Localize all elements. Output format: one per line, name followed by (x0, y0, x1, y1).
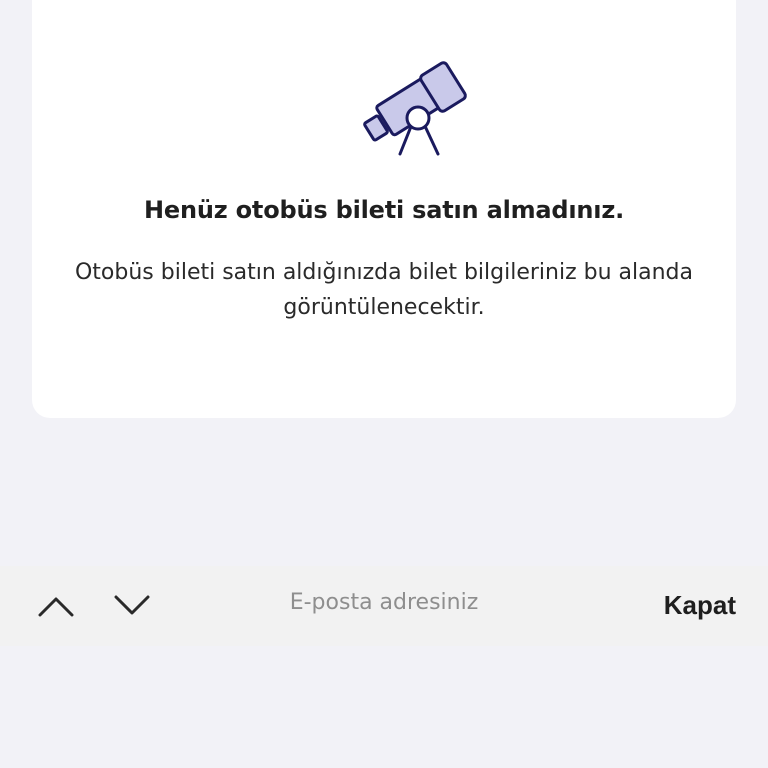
empty-state-title: Henüz otobüs bileti satın almadınız. (143, 196, 625, 224)
screen: Henüz otobüs bileti satın almadınız. Oto… (0, 0, 768, 768)
telescope-icon (363, 61, 467, 156)
empty-state-description: Otobüs bileti satın aldığınızda bilet bi… (74, 260, 693, 320)
next-field-button[interactable] (112, 586, 152, 626)
previous-field-button[interactable] (36, 586, 76, 626)
empty-state-card: Henüz otobüs bileti satın almadınız. Oto… (32, 0, 736, 418)
chevron-down-icon (114, 595, 150, 615)
close-button[interactable]: Kapat (664, 590, 736, 621)
keyboard-area (0, 646, 768, 768)
active-field-label: E-posta adresiniz (289, 590, 479, 615)
keyboard-accessory-toolbar: E-posta adresiniz Kapat (0, 566, 768, 646)
chevron-up-icon (38, 597, 74, 617)
